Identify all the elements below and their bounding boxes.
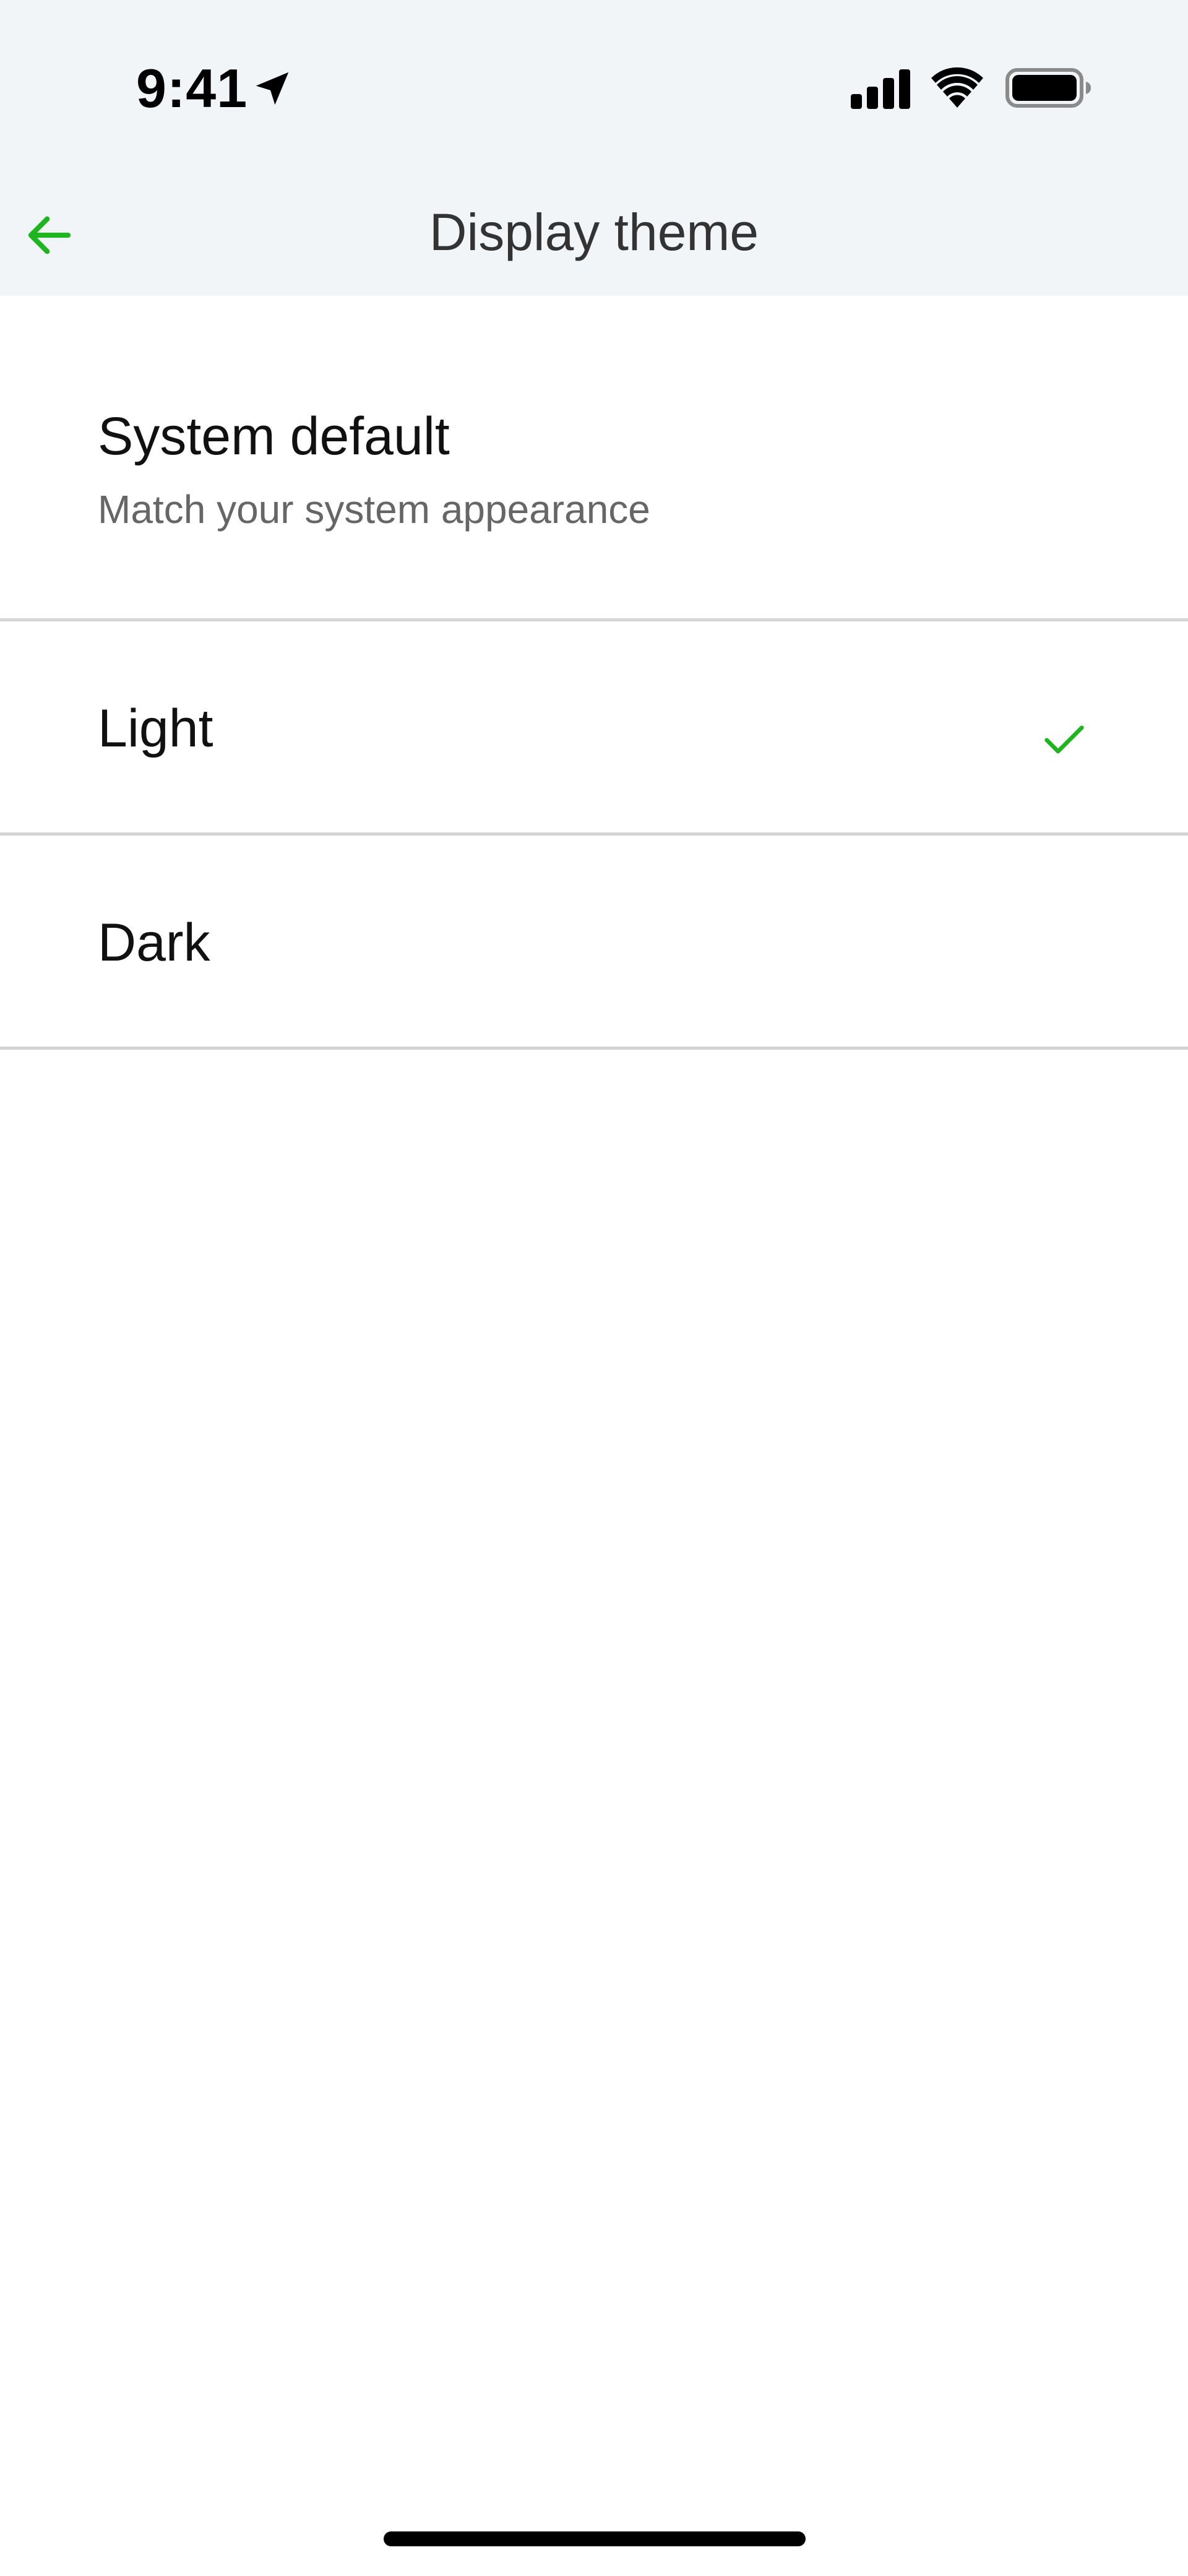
- status-time: 9:41: [136, 58, 248, 119]
- option-system-default[interactable]: System default Match your system appeara…: [0, 296, 1188, 621]
- option-title: System default: [98, 407, 450, 466]
- cellular-signal-icon: [851, 69, 910, 109]
- top-area: 9:41 Display theme: [0, 0, 1188, 296]
- home-indicator: [384, 2531, 806, 2546]
- checkmark-icon: [1044, 725, 1084, 754]
- option-dark[interactable]: Dark: [0, 836, 1188, 1050]
- theme-option-list: System default Match your system appeara…: [0, 296, 1188, 1050]
- page-title: Display theme: [429, 203, 759, 261]
- option-title: Light: [98, 699, 213, 758]
- status-bar: 9:41: [0, 0, 1188, 173]
- option-light[interactable]: Light: [0, 621, 1188, 836]
- option-title: Dark: [98, 913, 210, 972]
- option-subtitle: Match your system appearance: [98, 487, 650, 532]
- display-theme-screen: 9:41 Display theme System default Match …: [0, 0, 1188, 2576]
- wifi-icon: [931, 67, 983, 108]
- location-arrow-icon: [256, 72, 289, 105]
- navigation-bar: Display theme: [0, 173, 1188, 296]
- battery-icon: [1005, 68, 1091, 108]
